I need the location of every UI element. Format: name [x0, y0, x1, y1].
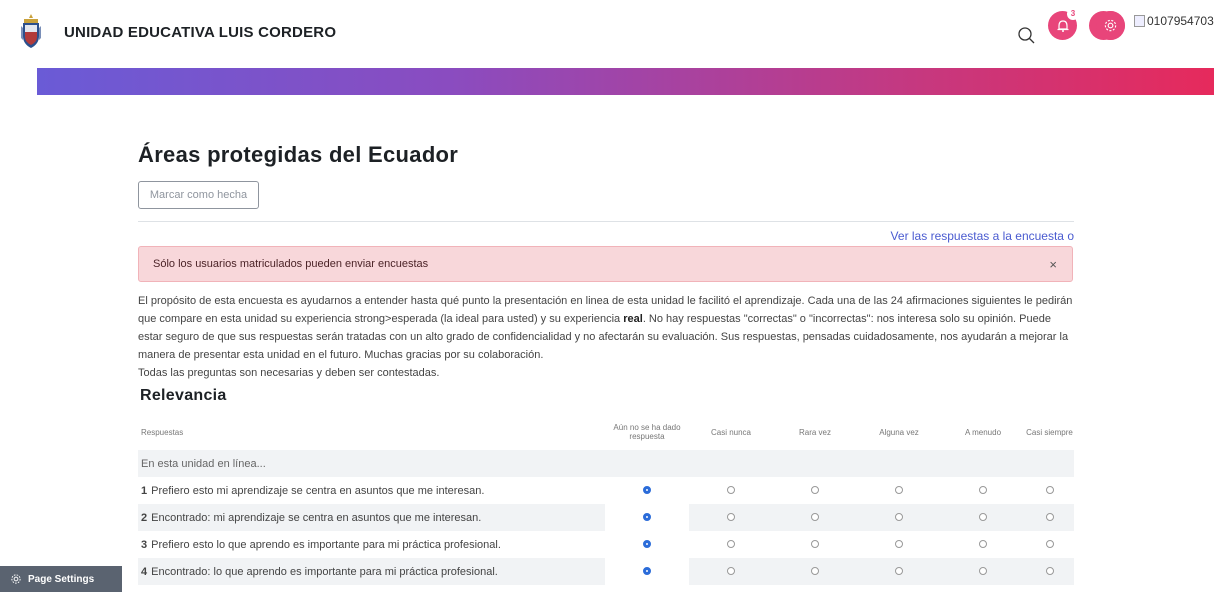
radio-casi-nunca[interactable] — [727, 512, 735, 521]
radio-casi-siempre[interactable] — [1045, 566, 1054, 575]
intro-bold: real — [623, 313, 643, 325]
radio-no-answer[interactable] — [643, 539, 651, 548]
survey-intro: El propósito de esta encuesta es ayudarn… — [138, 292, 1078, 382]
page-settings-label: Page Settings — [28, 573, 95, 585]
question-number: 4 — [141, 565, 148, 578]
question-text: Prefiero esto lo que aprendo es importan… — [151, 538, 501, 551]
radio-no-answer[interactable] — [643, 512, 651, 521]
radio-a-menudo[interactable] — [979, 512, 987, 521]
divider — [138, 221, 1074, 222]
radio-casi-nunca[interactable] — [727, 539, 735, 548]
top-navbar: UNIDAD EDUCATIVA LUIS CORDERO 3 01079547… — [0, 0, 1220, 68]
alert-message: Sólo los usuarios matriculados pueden en… — [138, 246, 1073, 282]
bell-icon — [1057, 19, 1068, 32]
survey-table: Respuestas Aún no se ha dado respuesta C… — [138, 414, 1074, 585]
column-header: Alguna vez — [879, 427, 919, 437]
radio-a-menudo[interactable] — [979, 539, 987, 548]
intro-required-note: Todas las preguntas son necesarias y deb… — [138, 367, 440, 379]
question-text: Encontrado: lo que aprendo es importante… — [151, 565, 498, 578]
mark-as-done-button[interactable]: Marcar como hecha — [138, 181, 259, 209]
question-text: Encontrado: mi aprendizaje se centra en … — [151, 511, 482, 524]
radio-no-answer[interactable] — [643, 566, 651, 575]
column-header: Casi nunca — [710, 427, 752, 437]
section-title: Relevancia — [140, 387, 227, 404]
column-header: Respuestas — [141, 427, 184, 437]
view-responses-link[interactable]: Ver las respuestas a la encuesta o — [891, 229, 1074, 243]
radio-rara-vez[interactable] — [811, 539, 819, 548]
radio-a-menudo[interactable] — [979, 485, 987, 494]
page-settings-button[interactable]: Page Settings — [0, 566, 122, 592]
radio-a-menudo[interactable] — [979, 566, 987, 575]
close-icon[interactable]: × — [1049, 257, 1057, 272]
question-number: 1 — [141, 484, 148, 497]
radio-casi-siempre[interactable] — [1045, 539, 1054, 548]
page-title: Áreas protegidas del Ecuador — [138, 142, 459, 167]
radio-casi-nunca[interactable] — [727, 485, 735, 494]
search-icon[interactable] — [1016, 25, 1036, 45]
question-text: Prefiero esto mi aprendizaje se centra e… — [151, 484, 485, 497]
radio-rara-vez[interactable] — [811, 512, 819, 521]
user-avatar-alt: 0107954703 — [1147, 14, 1214, 28]
gear-icon — [11, 574, 21, 584]
table-row: 4 Encontrado: lo que aprendo es important… — [138, 558, 1074, 585]
radio-alguna-vez[interactable] — [895, 485, 903, 494]
header-banner — [37, 68, 1214, 95]
radio-rara-vez[interactable] — [811, 566, 819, 575]
column-header: Rara vez — [798, 427, 831, 437]
notification-count-badge: 3 — [1067, 8, 1079, 20]
radio-alguna-vez[interactable] — [895, 512, 903, 521]
table-row: 2 Encontrado: mi aprendizaje se centra en… — [138, 504, 1074, 531]
radio-casi-nunca[interactable] — [727, 566, 735, 575]
column-header: Aún no se ha dado respuesta — [613, 423, 681, 441]
radio-rara-vez[interactable] — [811, 485, 819, 494]
table-row: 3 Prefiero esto lo que aprendo es importa… — [138, 531, 1074, 558]
user-avatar[interactable]: 0107954703 — [1134, 14, 1214, 28]
radio-no-answer[interactable] — [643, 485, 651, 494]
school-logo[interactable] — [20, 12, 42, 50]
site-name[interactable]: UNIDAD EDUCATIVA LUIS CORDERO — [64, 24, 336, 41]
radio-casi-siempre[interactable] — [1045, 512, 1054, 521]
broken-image-icon — [1134, 15, 1145, 27]
alert-text: Sólo los usuarios matriculados pueden en… — [153, 258, 429, 270]
radio-casi-siempre[interactable] — [1045, 485, 1054, 494]
radio-alguna-vez[interactable] — [895, 566, 903, 575]
settings-button[interactable] — [1096, 11, 1125, 40]
question-number: 2 — [141, 511, 148, 524]
table-row: 1 Prefiero esto mi aprendizaje se centra … — [138, 477, 1074, 504]
survey-subheader: En esta unidad en línea... — [138, 450, 1074, 477]
gear-icon — [1104, 19, 1117, 32]
radio-alguna-vez[interactable] — [895, 539, 903, 548]
column-header: A menudo — [964, 427, 1002, 437]
question-number: 3 — [141, 538, 148, 551]
notifications-button[interactable]: 3 — [1048, 8, 1079, 40]
column-header: Casi siempre — [1026, 427, 1073, 437]
